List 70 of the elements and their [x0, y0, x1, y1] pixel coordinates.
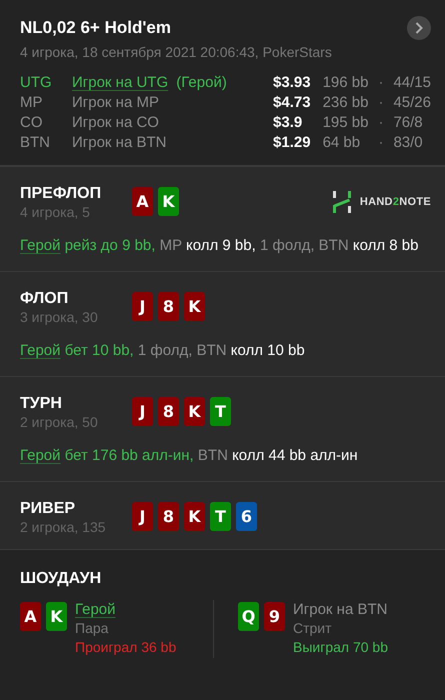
playing-card: 8 [158, 397, 179, 426]
playing-card: T [210, 502, 231, 531]
player-name: Игрок на BTN [293, 600, 388, 619]
player-stats: 45/26 [393, 94, 431, 111]
separator-dot: · [378, 94, 384, 111]
playing-card: K [158, 187, 179, 216]
playing-card: K [46, 602, 67, 631]
action-summary: Герой бет 10 bb, 1 фолд, BTN колл 10 bb [20, 341, 306, 361]
playing-card: K [184, 292, 205, 321]
playing-card: Q [238, 602, 259, 631]
hero-link[interactable]: Герой [20, 237, 61, 254]
player-link[interactable]: Игрок на UTG [72, 74, 168, 91]
separator-dot: · [378, 134, 384, 151]
player-name: Игрок на MP [72, 94, 159, 111]
player-stack: $3.93 [273, 74, 311, 91]
player-link[interactable]: Герой [75, 600, 116, 619]
playing-card: T [210, 397, 231, 426]
action-summary: Герой бет 176 bb алл-ин, BTN колл 44 bb алл-ин [20, 446, 359, 466]
player-position: UTG [20, 74, 53, 91]
playing-card: J [132, 502, 153, 531]
player-bb: 236 bb [322, 94, 368, 111]
hand-rank: Стрит [293, 619, 333, 638]
player-position: MP [20, 94, 44, 111]
hand-subtitle: 4 игрока, 18 сентября 2021 20:06:43, PokerStars [20, 44, 333, 60]
street-info: 2 игрока, 50 [20, 414, 99, 430]
player-stats: 83/0 [393, 134, 424, 151]
chevron-right-icon [415, 22, 423, 34]
street-title: ПРЕФЛОП [20, 185, 102, 203]
player-stack: $1.29 [273, 134, 311, 151]
next-button[interactable] [407, 16, 431, 40]
result-text: Выиграл 70 bb [293, 638, 388, 657]
hero-link[interactable]: Герой [20, 447, 61, 464]
player-bb: 196 bb [322, 74, 368, 91]
showdown-title: ШОУДАУН [20, 570, 102, 588]
street-title: ТУРН [20, 395, 63, 413]
player-position: BTN [20, 134, 51, 151]
playing-card: A [132, 187, 153, 216]
player-stack: $3.9 [273, 114, 304, 131]
player-stats: 76/8 [393, 114, 424, 131]
street-info: 3 игрока, 30 [20, 309, 99, 325]
player-bb: 64 bb [322, 134, 362, 151]
logo-icon [332, 191, 352, 213]
playing-card: A [20, 602, 41, 631]
street-title: РИВЕР [20, 500, 76, 518]
street-info: 4 игрока, 5 [20, 204, 91, 220]
playing-card: K [184, 397, 205, 426]
player-position: CO [20, 114, 44, 131]
playing-card: 8 [158, 292, 179, 321]
hand-title: NL0,02 6+ Hold'em [20, 18, 171, 38]
separator-dot: · [378, 114, 384, 131]
player-stack: $4.73 [273, 94, 311, 111]
playing-card: K [184, 502, 205, 531]
hero-link[interactable]: Герой [20, 342, 61, 359]
playing-card: 9 [264, 602, 285, 631]
player-bb: 195 bb [322, 114, 368, 131]
playing-card: J [132, 292, 153, 321]
hand-rank: Пара [75, 619, 110, 638]
player-name: Игрок на CO [72, 114, 159, 131]
player-name: Игрок на BTN [72, 134, 166, 151]
separator-dot: · [378, 74, 384, 91]
street-info: 2 игрока, 135 [20, 519, 107, 535]
logo-text: HAND2NOTE [360, 196, 431, 208]
player-stats: 44/15 [393, 74, 431, 91]
playing-card: J [132, 397, 153, 426]
action-summary: Герой рейз до 9 bb, MP колл 9 bb, 1 фолд, BTN колл 8 bb [20, 236, 420, 256]
playing-card: 8 [158, 502, 179, 531]
result-text: Проиграл 36 bb [75, 638, 176, 657]
street-title: ФЛОП [20, 290, 70, 308]
hero-tag: (Герой) [176, 74, 227, 91]
playing-card: 6 [236, 502, 257, 531]
